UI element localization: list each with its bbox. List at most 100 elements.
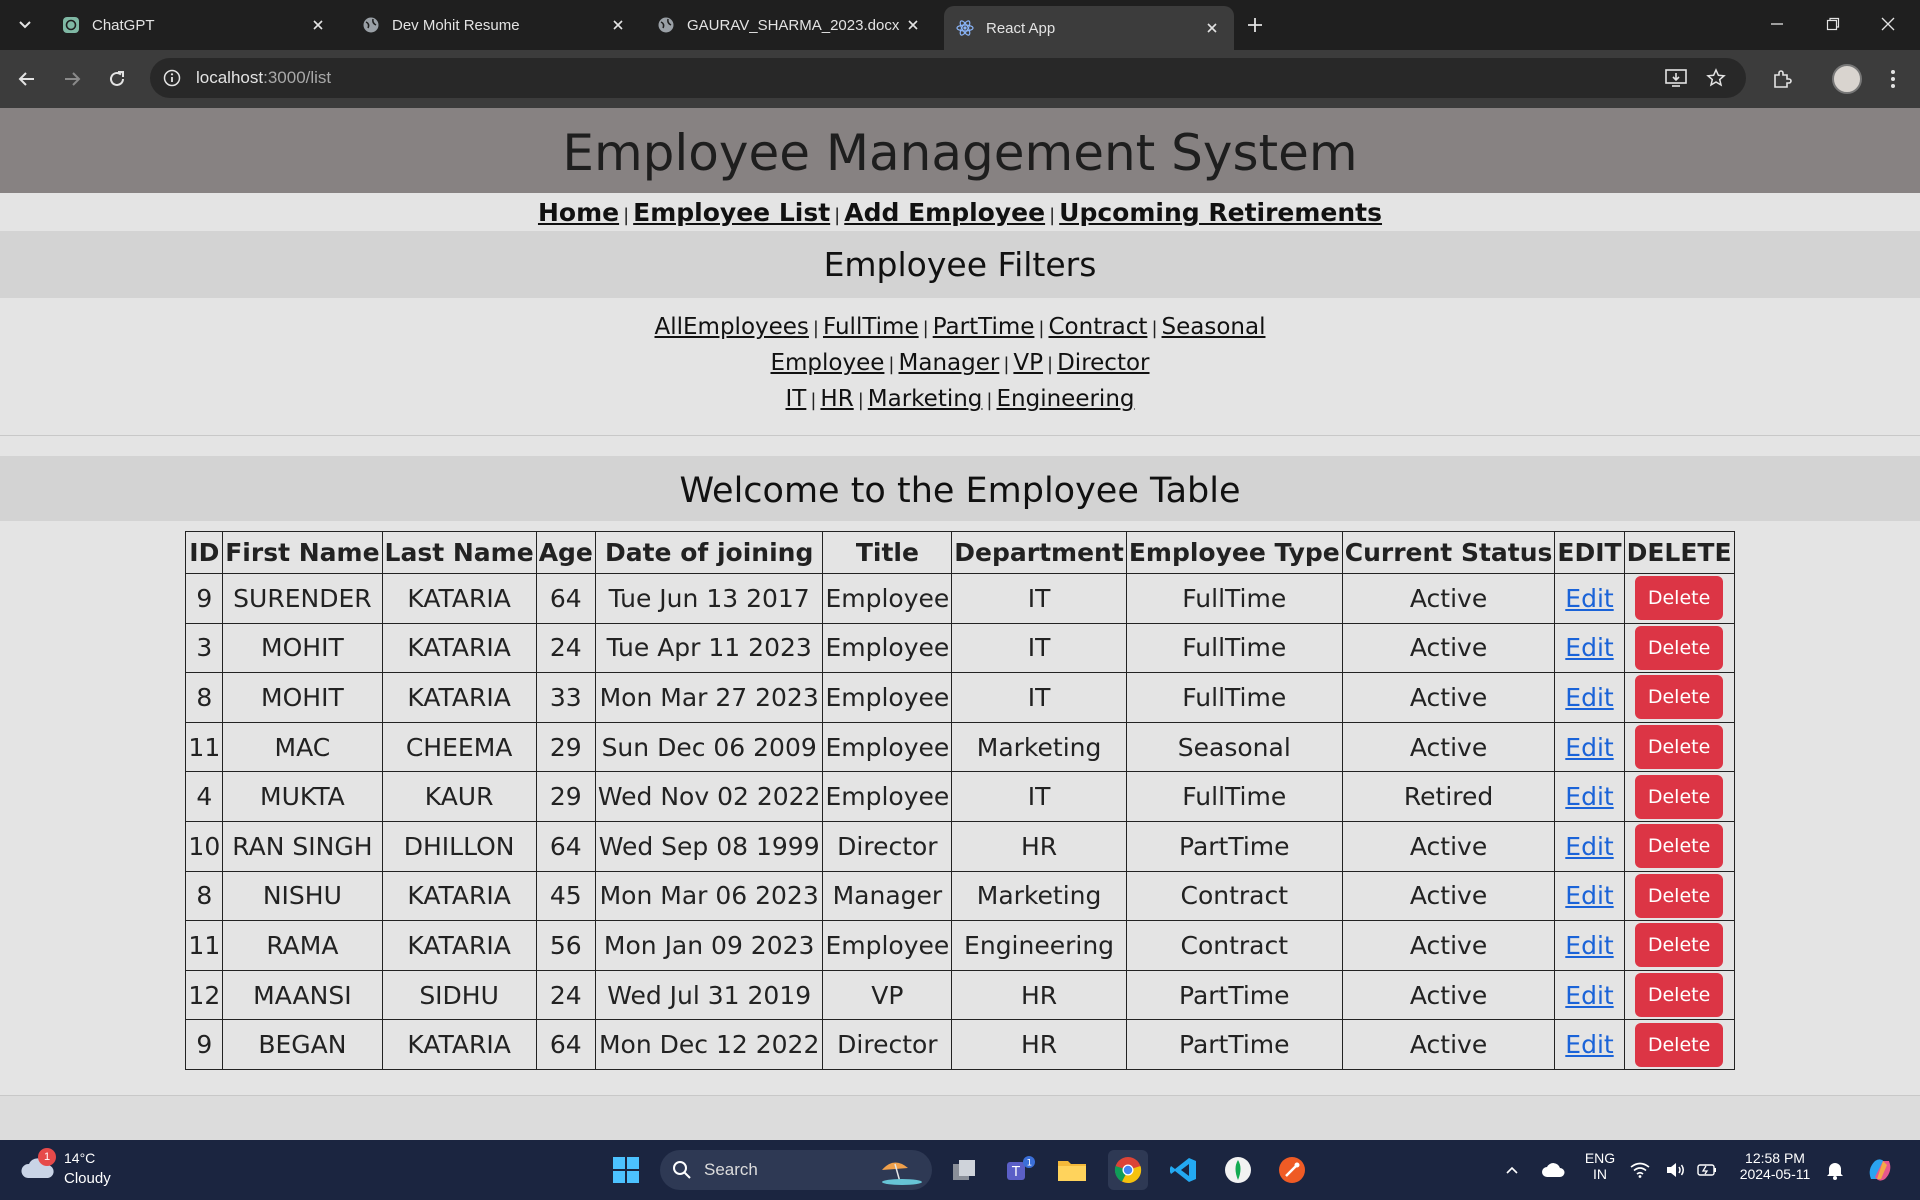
edit-link[interactable]: Edit xyxy=(1565,881,1613,910)
table-cell: Wed Jul 31 2019 xyxy=(594,969,824,1021)
weather-widget[interactable]: 1 14°C Cloudy xyxy=(20,1148,140,1192)
delete-cell: Delete xyxy=(1623,622,1735,674)
edit-link[interactable]: Edit xyxy=(1565,733,1613,762)
delete-button[interactable]: Delete xyxy=(1635,774,1724,819)
filter-marketing[interactable]: Marketing xyxy=(868,386,983,412)
filter-vp[interactable]: VP xyxy=(1013,350,1043,376)
table-cell: HR xyxy=(951,969,1127,1021)
show-hidden-icons-chevron-icon[interactable] xyxy=(1492,1150,1532,1190)
notification-bell-icon[interactable] xyxy=(1822,1150,1848,1190)
site-info-icon[interactable] xyxy=(162,68,182,88)
edit-link[interactable]: Edit xyxy=(1565,782,1613,811)
edit-cell: Edit xyxy=(1554,920,1625,971)
tab-gaurav-sharma-docx[interactable]: GAURAV_SHARMA_2023.docx xyxy=(645,8,935,42)
table-cell: 64 xyxy=(535,820,596,872)
vscode-icon[interactable] xyxy=(1163,1150,1203,1190)
filter-contract[interactable]: Contract xyxy=(1048,314,1147,340)
globe-icon xyxy=(657,16,675,34)
close-tab-icon[interactable] xyxy=(1202,18,1222,38)
postman-icon[interactable] xyxy=(1272,1150,1312,1190)
restore-icon[interactable] xyxy=(1813,8,1853,40)
filter-manager[interactable]: Manager xyxy=(899,350,1000,376)
tab-search-chevron-icon[interactable] xyxy=(10,12,40,38)
edit-link[interactable]: Edit xyxy=(1565,584,1613,613)
table-cell: Seasonal xyxy=(1125,721,1343,773)
chrome-icon[interactable] xyxy=(1108,1150,1148,1190)
browser-menu-icon[interactable] xyxy=(1878,64,1908,94)
delete-button[interactable]: Delete xyxy=(1635,824,1724,869)
battery-icon[interactable] xyxy=(1694,1150,1720,1190)
close-tab-icon[interactable] xyxy=(608,15,628,35)
delete-button[interactable]: Delete xyxy=(1635,973,1724,1018)
input-language[interactable]: ENG IN xyxy=(1578,1150,1622,1182)
onedrive-cloud-icon[interactable] xyxy=(1533,1150,1573,1190)
nav-link-employee-list[interactable]: Employee List xyxy=(633,198,830,227)
copilot-icon[interactable] xyxy=(1860,1150,1900,1190)
edit-link[interactable]: Edit xyxy=(1565,832,1613,861)
close-window-icon[interactable] xyxy=(1868,8,1908,40)
nav-link-home[interactable]: Home xyxy=(538,198,619,227)
table-cell: PartTime xyxy=(1125,969,1343,1021)
tab-chatgpt[interactable]: ChatGPT xyxy=(50,8,340,42)
filter-employee[interactable]: Employee xyxy=(771,350,885,376)
language-code: ENG xyxy=(1584,1150,1616,1166)
forward-arrow-icon[interactable] xyxy=(57,64,87,94)
table-cell: Tue Apr 11 2023 xyxy=(594,622,824,674)
delete-button[interactable]: Delete xyxy=(1635,725,1724,770)
taskbar-search[interactable]: Search xyxy=(660,1150,932,1190)
close-tab-icon[interactable] xyxy=(308,15,328,35)
nav-link-add-employee[interactable]: Add Employee xyxy=(844,198,1045,227)
delete-button[interactable]: Delete xyxy=(1635,625,1724,670)
filter-it[interactable]: IT xyxy=(786,386,807,412)
table-row: 10 RAN SINGH DHILLON 64 Wed Sep 08 1999 Direc… xyxy=(185,820,1735,872)
browser-toolbar: localhost:3000/list xyxy=(0,50,1920,108)
teams-icon[interactable]: T1 xyxy=(1000,1150,1040,1190)
filter-row-title: Employee | Manager | VP | Director xyxy=(0,346,1920,382)
filter-fulltime[interactable]: FullTime xyxy=(823,314,919,340)
filter-parttime[interactable]: PartTime xyxy=(933,314,1035,340)
task-view-icon[interactable] xyxy=(944,1150,984,1190)
bookmark-star-icon[interactable] xyxy=(1704,66,1728,90)
edit-link[interactable]: Edit xyxy=(1565,683,1613,712)
mongodb-compass-icon[interactable] xyxy=(1218,1150,1258,1190)
edit-link[interactable]: Edit xyxy=(1565,1030,1613,1059)
delete-button[interactable]: Delete xyxy=(1635,576,1724,621)
delete-button[interactable]: Delete xyxy=(1635,1022,1724,1067)
wifi-icon[interactable] xyxy=(1627,1150,1653,1190)
minimize-icon[interactable] xyxy=(1757,8,1797,40)
install-app-icon[interactable] xyxy=(1664,66,1688,90)
table-cell: Contract xyxy=(1125,870,1343,922)
close-tab-icon[interactable] xyxy=(903,15,923,35)
page-title: Employee Management System xyxy=(562,124,1358,182)
filter-hr[interactable]: HR xyxy=(820,386,853,412)
column-header: Last Name xyxy=(381,531,537,574)
table-cell: KATARIA xyxy=(381,1019,537,1070)
tab-title: GAURAV_SHARMA_2023.docx xyxy=(687,16,900,34)
clock[interactable]: 12:58 PM 2024-05-11 xyxy=(1730,1150,1820,1182)
delete-button[interactable]: Delete xyxy=(1635,675,1724,720)
delete-button[interactable]: Delete xyxy=(1635,873,1724,918)
filter-director[interactable]: Director xyxy=(1057,350,1149,376)
filter-seasonal[interactable]: Seasonal xyxy=(1162,314,1266,340)
tab-dev-mohit-resume[interactable]: Dev Mohit Resume xyxy=(350,8,640,42)
profile-avatar[interactable] xyxy=(1832,64,1862,94)
volume-icon[interactable] xyxy=(1663,1150,1689,1190)
reload-icon[interactable] xyxy=(102,64,132,94)
table-cell: SIDHU xyxy=(381,969,537,1021)
file-explorer-icon[interactable] xyxy=(1052,1150,1092,1190)
extensions-puzzle-icon[interactable] xyxy=(1767,64,1797,94)
delete-button[interactable]: Delete xyxy=(1635,923,1724,968)
windows-start-icon[interactable] xyxy=(606,1150,646,1190)
filter-engineering[interactable]: Engineering xyxy=(997,386,1135,412)
filter-all-employees[interactable]: AllEmployees xyxy=(655,314,809,340)
nav-link-upcoming-retirements[interactable]: Upcoming Retirements xyxy=(1059,198,1382,227)
back-arrow-icon[interactable] xyxy=(12,64,42,94)
table-cell: KAUR xyxy=(381,771,537,822)
tab-react-app[interactable]: React App xyxy=(944,6,1234,50)
address-bar[interactable]: localhost:3000/list xyxy=(150,58,1746,98)
edit-link[interactable]: Edit xyxy=(1565,931,1613,960)
nav-separator: | xyxy=(623,205,630,226)
edit-link[interactable]: Edit xyxy=(1565,633,1613,662)
edit-link[interactable]: Edit xyxy=(1565,981,1613,1010)
new-tab-plus-icon[interactable] xyxy=(1240,12,1270,38)
